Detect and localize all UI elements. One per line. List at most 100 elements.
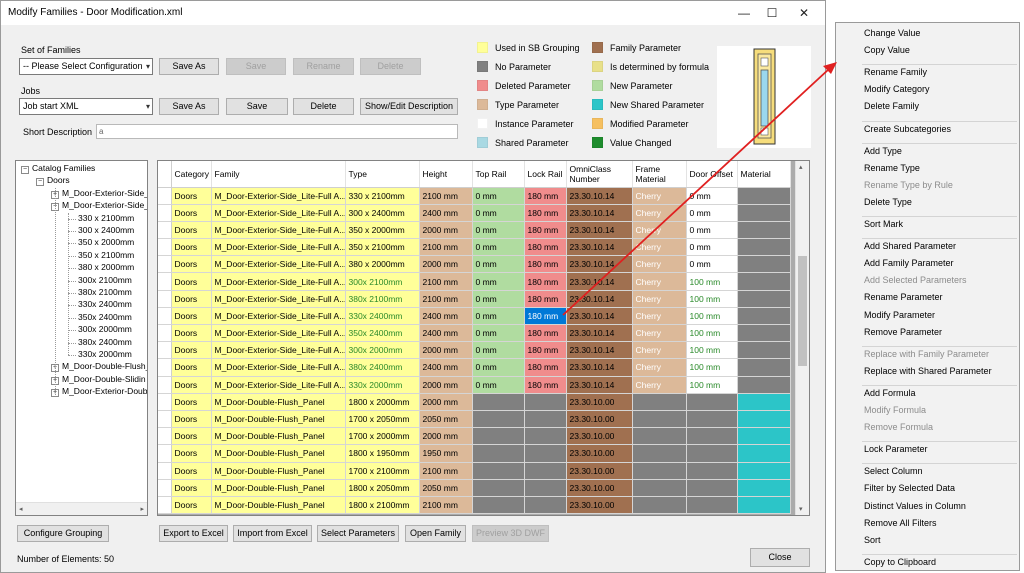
table-cell[interactable]: Cherry — [632, 255, 687, 274]
table-cell[interactable]: 23.30.10.00 — [566, 444, 633, 463]
menu-item-copy-value[interactable]: Copy Value — [864, 45, 910, 55]
table-cell[interactable]: 0 mm — [472, 221, 525, 240]
menu-item-sort-mark[interactable]: Sort Mark — [864, 219, 903, 229]
table-cell[interactable] — [737, 444, 791, 463]
table-cell[interactable] — [524, 479, 567, 497]
table-cell[interactable]: 23.30.10.14 — [566, 358, 633, 377]
table-cell[interactable]: 330x 2000mm — [345, 376, 420, 394]
table-cell[interactable]: 23.30.10.14 — [566, 238, 633, 257]
table-cell[interactable]: 100 mm — [686, 307, 738, 326]
table-row[interactable]: Doors M_Door-Double-Flush_Panel 1700 x 205… — [158, 410, 791, 429]
jobs-combo[interactable]: Job start XML ▾ — [19, 98, 153, 115]
table-cell[interactable]: M_Door-Double-Flush_Panel — [211, 410, 346, 429]
table-cell[interactable] — [686, 410, 738, 429]
table-cell[interactable]: 300x 2100mm — [345, 272, 420, 291]
table-row[interactable]: Doors M_Door-Double-Flush_Panel 1700 x 200… — [158, 427, 791, 446]
scroll-thumb[interactable] — [798, 256, 807, 366]
table-cell[interactable]: 0 mm — [472, 376, 525, 394]
configuration-combo[interactable]: -- Please Select Configuration ▾ — [19, 58, 153, 75]
table-cell[interactable]: Cherry — [632, 376, 687, 394]
table-cell[interactable]: Doors — [171, 341, 212, 360]
table-row[interactable]: Doors M_Door-Exterior-Side_Lite-Full A...… — [158, 290, 791, 308]
table-cell[interactable] — [737, 410, 791, 429]
menu-item-delete-family[interactable]: Delete Family — [864, 101, 919, 111]
table-cell[interactable] — [737, 427, 791, 446]
menu-item-replace-with-shared-parameter[interactable]: Replace with Shared Parameter — [864, 366, 992, 376]
table-cell[interactable]: 2000 mm — [419, 341, 473, 360]
configure-grouping-button[interactable]: Configure Grouping — [17, 525, 109, 542]
table-row[interactable]: Doors M_Door-Exterior-Side_Lite-Full A...… — [158, 307, 791, 326]
table-row[interactable]: Doors M_Door-Exterior-Side_Lite-Full A...… — [158, 255, 791, 274]
menu-item-delete-type[interactable]: Delete Type — [864, 197, 912, 207]
menu-item-add-type[interactable]: Add Type — [864, 146, 902, 156]
table-cell[interactable]: 350x 2400mm — [345, 324, 420, 343]
table-cell[interactable]: 180 mm — [524, 255, 567, 274]
tree-node-type[interactable]: 330x 2400mm — [78, 299, 132, 310]
tree-node-family[interactable]: − M_Door-Exterior-Side_ — [51, 200, 147, 212]
table-cell[interactable] — [737, 272, 791, 291]
table-row[interactable]: Doors M_Door-Exterior-Side_Lite-Full A...… — [158, 187, 791, 205]
row-header[interactable] — [158, 444, 172, 463]
table-cell[interactable]: 180 mm — [524, 238, 567, 257]
table-row[interactable]: Doors M_Door-Double-Flush_Panel 1800 x 195… — [158, 444, 791, 463]
table-cell[interactable]: 1700 x 2050mm — [345, 410, 420, 429]
menu-item-lock-parameter[interactable]: Lock Parameter — [864, 444, 928, 454]
table-cell[interactable]: M_Door-Double-Flush_Panel — [211, 496, 346, 515]
table-cell[interactable] — [737, 255, 791, 274]
table-cell[interactable]: 23.30.10.14 — [566, 255, 633, 274]
table-cell[interactable]: M_Door-Exterior-Side_Lite-Full A... — [211, 324, 346, 343]
selected-cell[interactable]: 180 mm — [524, 307, 567, 326]
table-cell[interactable] — [686, 496, 738, 515]
table-cell[interactable]: 0 mm — [472, 290, 525, 308]
row-header[interactable] — [158, 393, 172, 411]
row-header[interactable] — [158, 358, 172, 377]
row-header[interactable] — [158, 187, 172, 205]
table-cell[interactable]: 0 mm — [686, 238, 738, 257]
table-cell[interactable]: Doors — [171, 427, 212, 446]
table-cell[interactable]: 1700 x 2100mm — [345, 462, 420, 480]
scroll-left-icon[interactable]: ◂ — [19, 505, 23, 513]
row-header[interactable] — [158, 238, 172, 257]
table-cell[interactable] — [686, 393, 738, 411]
table-row[interactable]: Doors M_Door-Exterior-Side_Lite-Full A...… — [158, 221, 791, 240]
column-header[interactable]: Top Rail — [472, 161, 525, 188]
table-cell[interactable]: M_Door-Exterior-Side_Lite-Full A... — [211, 255, 346, 274]
table-cell[interactable]: M_Door-Exterior-Side_Lite-Full A... — [211, 341, 346, 360]
table-cell[interactable]: 23.30.10.14 — [566, 324, 633, 343]
tree-node-family[interactable]: + M_Door-Double-Slidin — [51, 374, 146, 385]
table-cell[interactable]: 180 mm — [524, 187, 567, 205]
table-row[interactable]: Doors M_Door-Double-Flush_Panel 1700 x 210… — [158, 462, 791, 480]
table-row[interactable]: Doors M_Door-Exterior-Side_Lite-Full A...… — [158, 324, 791, 343]
table-cell[interactable] — [737, 341, 791, 360]
table-row[interactable]: Doors M_Door-Double-Flush_Panel 1800 x 205… — [158, 479, 791, 497]
row-header[interactable] — [158, 462, 172, 480]
table-cell[interactable]: 23.30.10.00 — [566, 410, 633, 429]
table-cell[interactable]: 2400 mm — [419, 307, 473, 326]
table-row[interactable]: Doors M_Door-Exterior-Side_Lite-Full A...… — [158, 376, 791, 394]
menu-item-copy-to-clipboard[interactable]: Copy to Clipboard — [864, 557, 936, 567]
table-cell[interactable]: 0 mm — [472, 204, 525, 222]
menu-item-modify-formula[interactable]: Modify Formula — [864, 405, 926, 415]
table-cell[interactable] — [737, 290, 791, 308]
table-cell[interactable] — [524, 496, 567, 515]
table-cell[interactable] — [632, 496, 687, 515]
table-cell[interactable]: 380x 2100mm — [345, 290, 420, 308]
table-cell[interactable]: 1950 mm — [419, 444, 473, 463]
table-cell[interactable]: 180 mm — [524, 324, 567, 343]
table-cell[interactable]: 1700 x 2000mm — [345, 427, 420, 446]
table-cell[interactable]: Doors — [171, 444, 212, 463]
export-to-excel-button[interactable]: Export to Excel — [159, 525, 228, 542]
table-cell[interactable]: 1800 x 2000mm — [345, 393, 420, 411]
table-cell[interactable] — [472, 496, 525, 515]
table-row[interactable]: Doors M_Door-Double-Flush_Panel 1800 x 200… — [158, 393, 791, 411]
table-cell[interactable]: Doors — [171, 255, 212, 274]
table-cell[interactable]: Cherry — [632, 358, 687, 377]
table-cell[interactable]: M_Door-Double-Flush_Panel — [211, 427, 346, 446]
menu-item-add-family-parameter[interactable]: Add Family Parameter — [864, 258, 954, 268]
menu-item-change-value[interactable]: Change Value — [864, 28, 920, 38]
table-cell[interactable]: 2100 mm — [419, 496, 473, 515]
menu-item-select-column[interactable]: Select Column — [864, 466, 923, 476]
table-row[interactable]: Doors M_Door-Exterior-Side_Lite-Full A...… — [158, 204, 791, 222]
table-cell[interactable]: 100 mm — [686, 290, 738, 308]
menu-item-add-selected-parameters[interactable]: Add Selected Parameters — [864, 275, 967, 285]
